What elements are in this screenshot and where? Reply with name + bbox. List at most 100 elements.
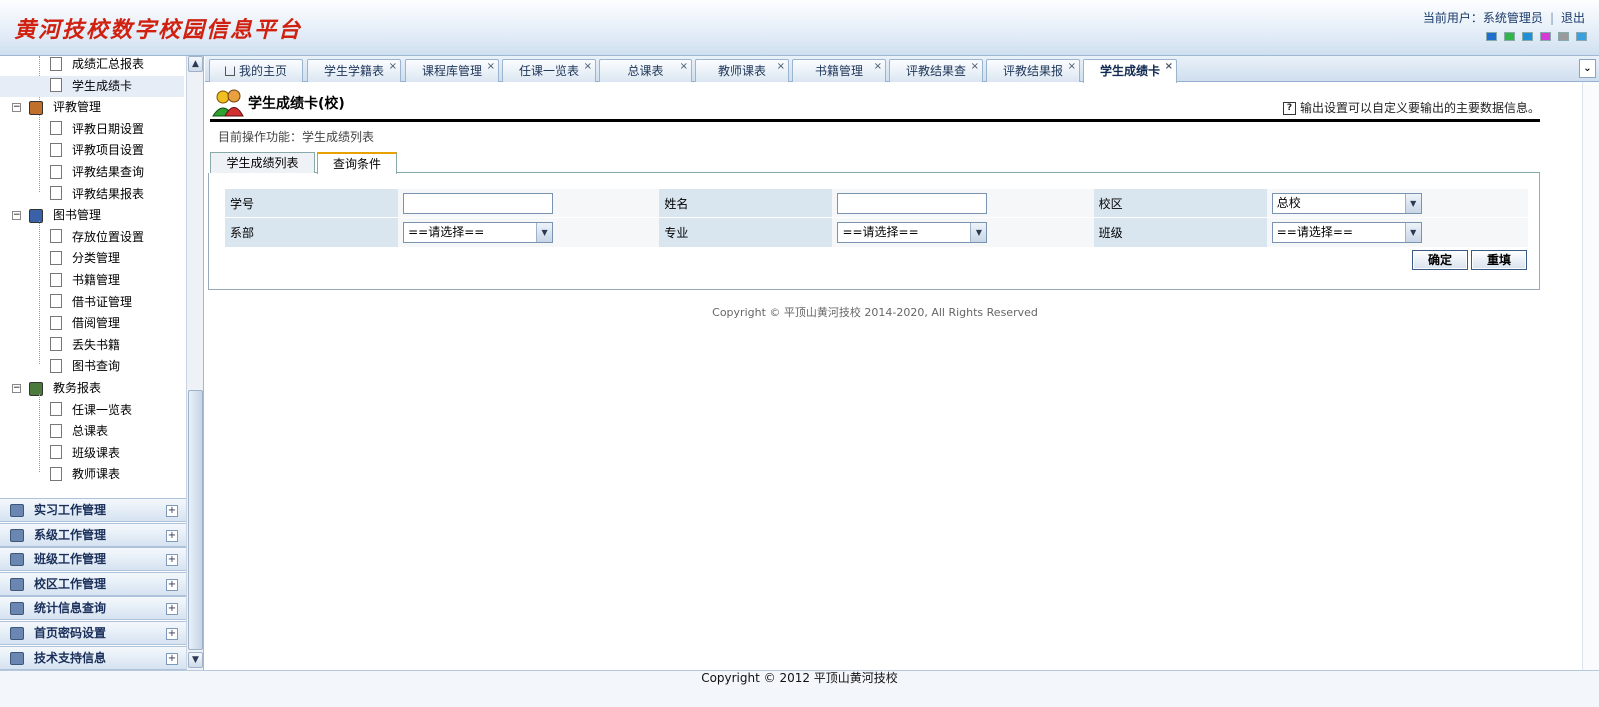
subtab-score-list[interactable]: 学生成绩列表 [210, 152, 315, 173]
accordion-7[interactable]: 技术支持信息 + [0, 645, 186, 670]
tree-item[interactable]: 分类管理 [0, 248, 184, 269]
tree-group-2[interactable]: − 图书管理 [12, 205, 101, 226]
theme-swatch-3[interactable] [1522, 32, 1533, 41]
expand-plus-icon[interactable]: + [166, 554, 178, 567]
theme-swatch-1[interactable] [1486, 32, 1497, 41]
tree-item[interactable]: 评教日期设置 [0, 119, 184, 140]
tree-item[interactable]: 书籍管理 [0, 270, 184, 291]
close-icon[interactable]: × [777, 56, 785, 78]
document-icon [50, 315, 62, 330]
scroll-down-arrow[interactable]: ▼ [188, 652, 203, 668]
app-title: 黄河技校数字校园信息平台 [14, 17, 303, 43]
accordion-label: 校区工作管理 [34, 576, 107, 591]
hint-text: 输出设置可以自定义要输出的主要数据信息。 [1299, 101, 1540, 115]
tree-item[interactable]: 总课表 [0, 421, 184, 442]
logout-link[interactable]: 退出 [1561, 11, 1585, 25]
accordion-3[interactable]: 班级工作管理 + [0, 547, 186, 572]
tab-6[interactable]: 教师课表 × [695, 59, 789, 82]
theme-swatch-2[interactable] [1504, 32, 1515, 41]
tree-item[interactable]: 成绩汇总报表 [0, 56, 184, 75]
campus-cell: 总校 ▼ [1266, 189, 1528, 218]
tree-item[interactable]: 教师课表 [0, 464, 184, 485]
scroll-up-arrow[interactable]: ▲ [188, 56, 203, 72]
tree-item[interactable]: 任课一览表 [0, 400, 184, 421]
tree-item[interactable]: 借书证管理 [0, 292, 184, 313]
tree-item[interactable]: 评教结果报表 [0, 184, 184, 205]
tree-group-3[interactable]: − 教务报表 [12, 378, 101, 399]
close-icon[interactable]: × [487, 56, 495, 78]
close-icon[interactable]: × [1165, 56, 1173, 78]
expand-plus-icon[interactable]: + [166, 628, 178, 640]
tree-item[interactable]: 图书查询 [0, 356, 184, 377]
tree-item[interactable]: 评教项目设置 [0, 140, 184, 161]
accordion-2[interactable]: 系级工作管理 + [0, 522, 186, 547]
collapse-toggle-icon[interactable]: − [12, 384, 21, 393]
subtab-query-conditions[interactable]: 查询条件 [317, 152, 397, 174]
tab-1[interactable]: 我的主页 [209, 59, 303, 82]
query-form-panel: 学号 姓名 校区 总校 ▼ 系部 ==请选择== ▼ 专业 ==请选择== ▼ 班级 … [208, 173, 1540, 290]
tab-menu-button[interactable]: ⌄ [1579, 59, 1596, 78]
chevron-down-icon: ▼ [536, 223, 553, 242]
close-icon[interactable]: × [584, 56, 592, 78]
expand-plus-icon[interactable]: + [166, 529, 178, 542]
student-id-input[interactable] [403, 192, 554, 214]
tab-2[interactable]: 学生学籍表 × [307, 59, 401, 82]
expand-plus-icon[interactable]: + [166, 603, 178, 616]
tree-group-1[interactable]: − 评教管理 [12, 97, 101, 118]
scroll-thumb[interactable] [188, 390, 203, 650]
confirm-button[interactable]: 确定 [1412, 250, 1468, 270]
collapse-toggle-icon[interactable]: − [12, 103, 21, 113]
accordion-6[interactable]: 首页密码设置 + [0, 621, 186, 645]
student-id-cell [398, 189, 660, 218]
output-settings-hint[interactable]: ? 输出设置可以自定义要输出的主要数据信息。 [1282, 99, 1540, 116]
close-icon[interactable]: × [389, 56, 397, 78]
reset-button[interactable]: 重填 [1471, 250, 1527, 270]
accordion-1[interactable]: 实习工作管理 + [0, 498, 186, 522]
close-icon[interactable]: × [1068, 56, 1076, 78]
close-icon[interactable]: × [874, 56, 882, 78]
document-icon [50, 423, 62, 438]
tree-item[interactable]: 评教结果查询 [0, 162, 184, 183]
accordion-4[interactable]: 校区工作管理 + [0, 571, 186, 596]
sidebar-scrollbar[interactable]: ▲ ▼ [186, 56, 203, 670]
tab-10[interactable]: 学生成绩卡 × [1083, 59, 1177, 83]
tab-5[interactable]: 总课表 × [599, 59, 692, 82]
major-select[interactable]: ==请选择== ▼ [837, 222, 988, 243]
tree-item[interactable]: 学生成绩卡 [0, 75, 184, 97]
expand-plus-icon[interactable]: + [166, 652, 178, 665]
tab-9[interactable]: 评教结果报 × [986, 59, 1080, 82]
collapse-toggle-icon[interactable]: − [12, 211, 21, 221]
tab-label: 学生成绩卡 [1099, 64, 1160, 78]
module-icon [10, 528, 24, 542]
tree-item-label: 评教项目设置 [72, 143, 145, 158]
tab-7[interactable]: 书籍管理 × [792, 59, 886, 82]
tree-item[interactable]: 丢失书籍 [0, 335, 184, 356]
class-select[interactable]: ==请选择== ▼ [1271, 222, 1422, 243]
tree-item-label: 评教结果查询 [72, 165, 145, 179]
tree-item-label: 丢失书籍 [72, 337, 121, 352]
tab-4[interactable]: 任课一览表 × [502, 59, 596, 82]
tree-item[interactable]: 班级课表 [0, 443, 184, 464]
form-row: 学号 姓名 校区 总校 ▼ [225, 189, 1528, 218]
name-input[interactable] [837, 192, 988, 214]
main-scrollbar[interactable] [1582, 82, 1599, 670]
major-label: 专业 [659, 218, 833, 247]
close-icon[interactable]: × [680, 56, 688, 78]
theme-swatch-4[interactable] [1540, 32, 1551, 41]
expand-plus-icon[interactable]: + [166, 505, 178, 517]
campus-select[interactable]: 总校 ▼ [1271, 192, 1422, 214]
close-icon[interactable]: × [971, 56, 979, 78]
theme-swatch-6[interactable] [1576, 32, 1587, 41]
tree-item[interactable]: 存放位置设置 [0, 227, 184, 248]
tab-8[interactable]: 评教结果查 × [889, 59, 983, 82]
page-header: 学生成绩卡(校) ? 输出设置可以自定义要输出的主要数据信息。 [210, 86, 1540, 122]
department-select[interactable]: ==请选择== ▼ [403, 222, 554, 243]
theme-swatch-5[interactable] [1558, 32, 1569, 41]
tree-item[interactable]: 借阅管理 [0, 313, 184, 334]
tree-item-label: 班级课表 [72, 445, 121, 460]
form-buttons: 确定 重填 [1412, 250, 1527, 270]
accordion-5[interactable]: 统计信息查询 + [0, 596, 186, 621]
tab-3[interactable]: 课程库管理 × [405, 59, 499, 82]
expand-plus-icon[interactable]: + [166, 578, 178, 591]
document-icon [50, 121, 62, 136]
